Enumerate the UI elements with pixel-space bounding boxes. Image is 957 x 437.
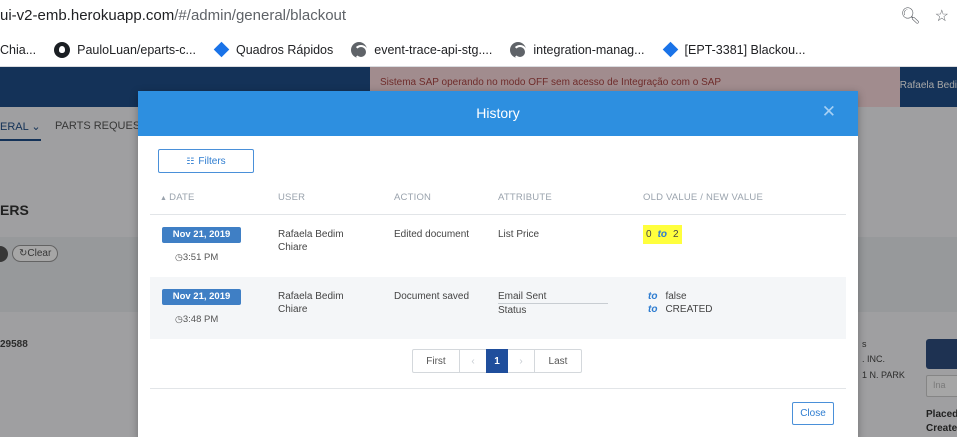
- old-value: 0: [646, 229, 652, 240]
- history-modal: History ✕ ☷ Filters ▲ DATE USER ACTION AT…: [138, 91, 858, 437]
- value-cell: 0 to 2: [643, 225, 682, 244]
- column-header-date[interactable]: ▲ DATE: [160, 192, 195, 203]
- modal-title: History: [476, 105, 520, 121]
- column-header-date-label: DATE: [169, 192, 195, 203]
- column-header-attribute: ATTRIBUTE: [498, 192, 552, 203]
- sort-asc-icon: ▲: [160, 195, 168, 202]
- new-value: false: [665, 291, 687, 302]
- sliders-icon: ☷: [186, 155, 195, 166]
- filters-button[interactable]: ☷ Filters: [158, 149, 254, 173]
- attribute-cell: List Price: [498, 228, 539, 241]
- column-header-user: USER: [278, 192, 306, 203]
- bookmark-label: PauloLuan/eparts-c...: [77, 42, 196, 57]
- url-field[interactable]: ui-v2-emb.herokuapp.com/#/admin/general/…: [0, 7, 346, 24]
- close-icon[interactable]: ✕: [822, 102, 836, 122]
- page-number-button[interactable]: 1: [486, 349, 508, 373]
- attribute-divider: [498, 303, 608, 304]
- url-host: ui-v2-emb.herokuapp.com: [0, 7, 175, 24]
- filters-label: Filters: [198, 155, 226, 167]
- table-row: Nov 21, 2019 ◷3:48 PM Rafaela Bedim Chia…: [150, 277, 846, 339]
- change-line: to false: [643, 290, 713, 303]
- to-label: to: [657, 229, 668, 240]
- attribute-name: Status: [498, 305, 527, 316]
- diamond-icon: [662, 41, 678, 58]
- page-next-button[interactable]: ›: [508, 349, 534, 373]
- page-first-button[interactable]: First: [412, 349, 460, 373]
- highlighted-change: 0 to 2: [643, 225, 682, 244]
- to-label: to: [648, 291, 658, 302]
- page-last-button[interactable]: Last: [534, 349, 582, 373]
- user-cell: Rafaela Bedim Chiare: [278, 291, 344, 315]
- change-line: to CREATED: [643, 303, 713, 316]
- new-value: CREATED: [665, 304, 713, 315]
- column-header-action: ACTION: [394, 192, 432, 203]
- column-header-values: OLD VALUE / NEW VALUE: [643, 192, 763, 203]
- bookmarks-bar: Chia... PauloLuan/eparts-c... Quadros Rá…: [0, 33, 957, 67]
- action-cell: Document saved: [394, 291, 470, 302]
- time-text: ◷3:48 PM: [175, 314, 218, 325]
- date-badge: Nov 21, 2019: [162, 227, 241, 243]
- diamond-icon: [213, 41, 230, 58]
- bookmark-item[interactable]: Chia...: [0, 43, 36, 57]
- action-cell: Edited document: [394, 229, 470, 240]
- value-cell: to false to CREATED: [643, 290, 713, 316]
- page-prev-button[interactable]: ‹: [460, 349, 486, 373]
- clock-icon: ◷: [175, 314, 183, 324]
- time-text: ◷3:51 PM: [175, 252, 218, 263]
- github-icon: [54, 41, 71, 58]
- star-icon[interactable]: ☆: [935, 6, 949, 26]
- bookmark-item[interactable]: Quadros Rápidos: [213, 41, 334, 58]
- footer-divider: [150, 388, 846, 389]
- bookmark-label: Chia...: [0, 42, 37, 57]
- time-value: 3:51 PM: [182, 252, 219, 263]
- time-value: 3:48 PM: [182, 314, 219, 325]
- new-value: 2: [673, 229, 679, 240]
- bookmark-label: integration-manag...: [533, 42, 645, 57]
- clock-icon: ◷: [175, 252, 183, 262]
- pagination: First ‹ 1 › Last: [412, 349, 582, 373]
- bookmark-label: Quadros Rápidos: [235, 42, 334, 57]
- zoom-icon[interactable]: 🔍︎: [900, 6, 920, 26]
- bookmark-label: event-trace-api-stg....: [374, 42, 493, 57]
- table-row: Nov 21, 2019 ◷3:51 PM Rafaela Bedim Chia…: [150, 215, 846, 277]
- attribute-name: List Price: [498, 229, 540, 240]
- attribute-name: Email Sent: [498, 291, 547, 302]
- globe-icon: [351, 41, 369, 59]
- globe-icon: [510, 41, 528, 59]
- url-path: /#/admin/general/blackout: [174, 7, 347, 24]
- bookmark-item[interactable]: event-trace-api-stg....: [351, 41, 493, 59]
- to-label: to: [648, 304, 658, 315]
- close-button[interactable]: Close: [792, 402, 834, 425]
- bookmark-item[interactable]: [EPT-3381] Blackou...: [662, 41, 806, 58]
- user-cell: Rafaela Bedim Chiare: [278, 229, 344, 253]
- bookmark-item[interactable]: integration-manag...: [510, 41, 645, 59]
- date-badge: Nov 21, 2019: [162, 289, 241, 305]
- bookmark-item[interactable]: PauloLuan/eparts-c...: [54, 41, 196, 58]
- bookmark-label: [EPT-3381] Blackou...: [684, 42, 806, 57]
- modal-header: History ✕: [138, 91, 858, 136]
- browser-address-bar: ui-v2-emb.herokuapp.com/#/admin/general/…: [0, 0, 957, 33]
